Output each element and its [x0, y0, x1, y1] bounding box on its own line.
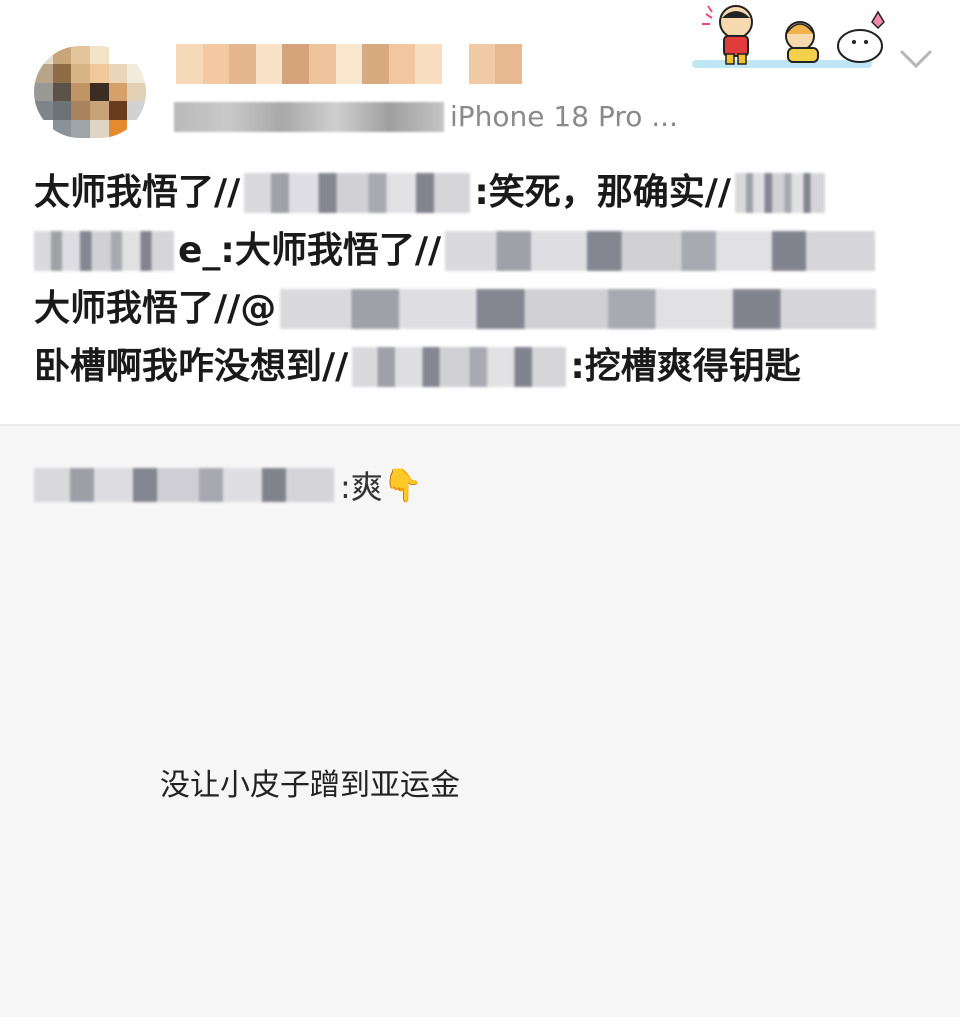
avatar[interactable]	[34, 46, 146, 138]
chevron-down-icon[interactable]	[896, 44, 936, 74]
post-meta: iPhone 18 Pro ...	[174, 100, 678, 133]
weibo-post-page: iPhone 18 Pro ... 太师我悟了// :笑死，那确实// e_:大…	[0, 0, 960, 1017]
post-line: 卧槽啊我咋没想到// :挖槽爽得钥匙	[34, 338, 934, 396]
post-text: 卧槽啊我咋没想到//	[34, 346, 349, 387]
post-text: :挖槽爽得钥匙	[570, 346, 801, 387]
mosaic-redaction	[34, 468, 334, 502]
post-line: e_:大师我悟了//	[34, 222, 934, 280]
post-body: 太师我悟了// :笑死，那确实// e_:大师我悟了// 大师我悟了//@ 卧槽…	[34, 164, 934, 396]
mosaic-redaction	[352, 347, 567, 387]
mosaic-redaction	[34, 231, 174, 271]
mosaic-redaction	[244, 173, 471, 213]
post-text: e_:大师我悟了//	[178, 230, 442, 271]
mosaic-redaction	[735, 173, 826, 213]
mosaic-redaction	[445, 231, 876, 271]
crayon-shinchan-sticker-icon	[692, 5, 885, 68]
meta-mosaic	[174, 101, 444, 132]
quoted-reply-area[interactable]	[0, 426, 960, 1017]
post-text: :笑死，那确实//	[474, 172, 732, 213]
post-text: 太师我悟了//	[34, 172, 241, 213]
post-text: 大师我悟了//@	[34, 288, 277, 329]
username-mosaic[interactable]	[176, 44, 522, 84]
post-line: 大师我悟了//@	[34, 280, 934, 338]
mosaic-redaction	[280, 289, 877, 329]
image-caption: 没让小皮子蹭到亚运金	[160, 768, 460, 803]
reply-line: :爽 👇	[34, 460, 423, 510]
device-source: iPhone 18 Pro ...	[450, 100, 678, 133]
post-line: 太师我悟了// :笑死，那确实//	[34, 164, 934, 222]
reply-text: :爽	[340, 468, 383, 506]
pointing-down-icon: 👇	[382, 466, 423, 504]
